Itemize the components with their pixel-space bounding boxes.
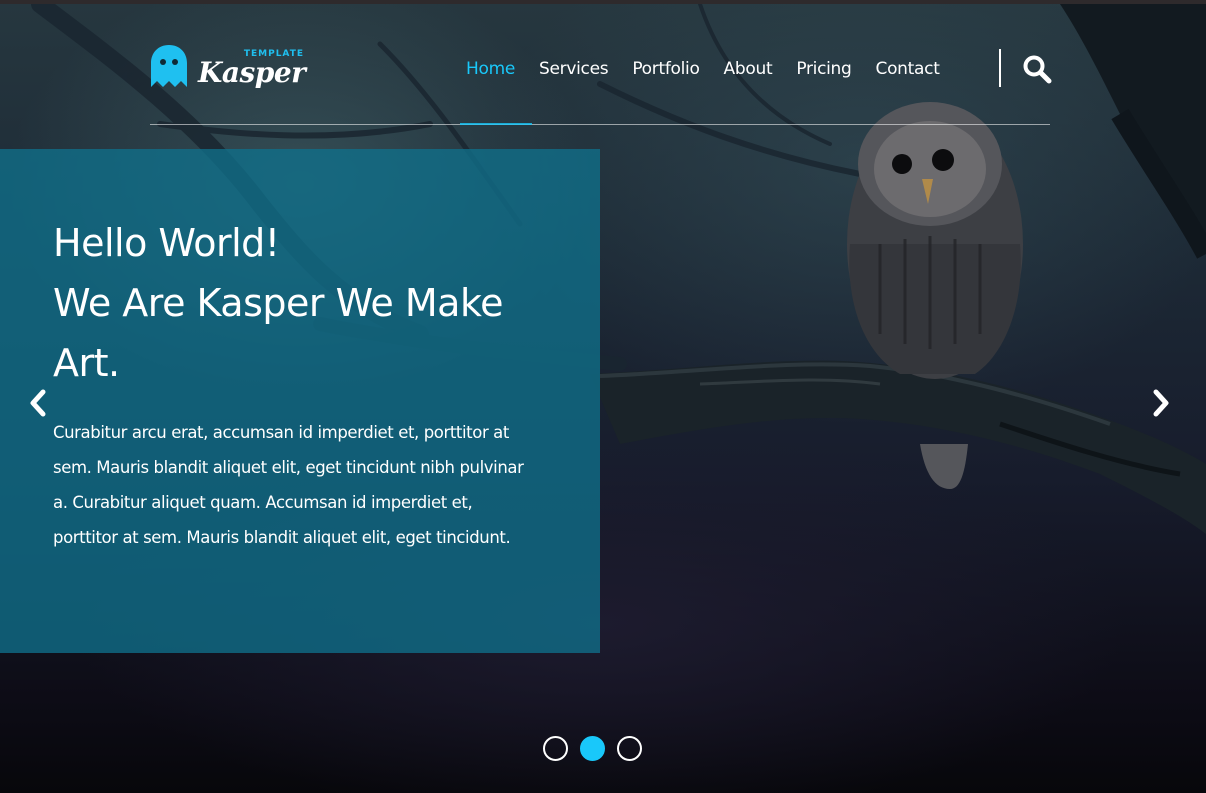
slider-dot-1[interactable] bbox=[543, 736, 568, 761]
nav-item-services[interactable]: Services bbox=[539, 59, 609, 79]
active-nav-indicator bbox=[460, 123, 532, 125]
chevron-left-icon[interactable] bbox=[27, 388, 49, 418]
slider-pagination bbox=[543, 736, 654, 761]
hero-slider: TEMPLATE Kasper Home Services Portfolio … bbox=[0, 4, 1206, 793]
search-icon[interactable] bbox=[1022, 54, 1052, 84]
logo-wordmark: Kasper bbox=[198, 56, 306, 89]
ghost-icon bbox=[151, 45, 187, 87]
hero-title-line-1: Hello World! bbox=[53, 221, 280, 265]
hero-title-line-2: We Are Kasper We Make bbox=[53, 281, 504, 325]
nav-item-about[interactable]: About bbox=[724, 59, 773, 79]
nav-item-home[interactable]: Home bbox=[466, 59, 515, 79]
hero-title-line-3: Art. bbox=[53, 341, 120, 385]
hero-title: Hello World! We Are Kasper We Make Art. bbox=[53, 213, 540, 393]
chevron-right-icon[interactable] bbox=[1150, 388, 1172, 418]
main-nav: Home Services Portfolio About Pricing Co… bbox=[466, 56, 964, 82]
logo-text: TEMPLATE Kasper bbox=[198, 44, 308, 89]
hero-description: Curabitur arcu erat, accumsan id imperdi… bbox=[53, 423, 524, 547]
nav-item-contact[interactable]: Contact bbox=[876, 59, 940, 79]
hero-text-panel: Hello World! We Are Kasper We Make Art. … bbox=[0, 149, 600, 653]
nav-item-portfolio[interactable]: Portfolio bbox=[632, 59, 700, 79]
nav-divider bbox=[999, 49, 1001, 87]
header-divider-line bbox=[150, 124, 1050, 125]
nav-item-pricing[interactable]: Pricing bbox=[796, 59, 852, 79]
slider-dot-3[interactable] bbox=[617, 736, 642, 761]
slider-dot-2[interactable] bbox=[580, 736, 605, 761]
logo[interactable]: TEMPLATE Kasper bbox=[150, 38, 310, 94]
